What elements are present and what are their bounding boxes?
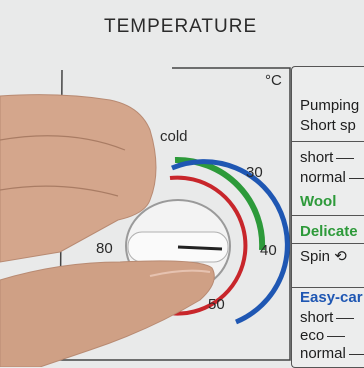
dial-label-cold: cold xyxy=(160,128,188,145)
program-easy-care: Easy-car xyxy=(300,289,363,306)
program-eco: eco xyxy=(300,327,346,344)
spin-icon: ⟲ xyxy=(334,248,347,265)
program-short-spin: Short sp xyxy=(300,117,356,134)
program-spin: Spin ⟲ xyxy=(300,248,347,265)
celsius-unit: °C xyxy=(265,72,282,89)
washing-machine-panel: TEMPERATURE °C cold 30 40 50 80 Pumping … xyxy=(0,0,364,368)
dial-label-40: 40 xyxy=(260,242,277,259)
program-wool: Wool xyxy=(300,193,337,210)
program-normal-2: normal xyxy=(300,345,364,362)
dial-label-80: 80 xyxy=(96,240,113,257)
program-short-2: short xyxy=(300,309,355,326)
program-normal: normal xyxy=(300,169,364,186)
dial-label-50: 50 xyxy=(208,296,225,313)
program-short: short xyxy=(300,149,355,166)
program-pumping: Pumping xyxy=(300,97,360,114)
knob-indicator xyxy=(177,245,223,251)
program-panel: Pumping Short sp short normal Wool Delic… xyxy=(291,66,364,368)
dial-label-30: 30 xyxy=(246,164,263,181)
program-delicate: Delicate xyxy=(300,223,358,240)
